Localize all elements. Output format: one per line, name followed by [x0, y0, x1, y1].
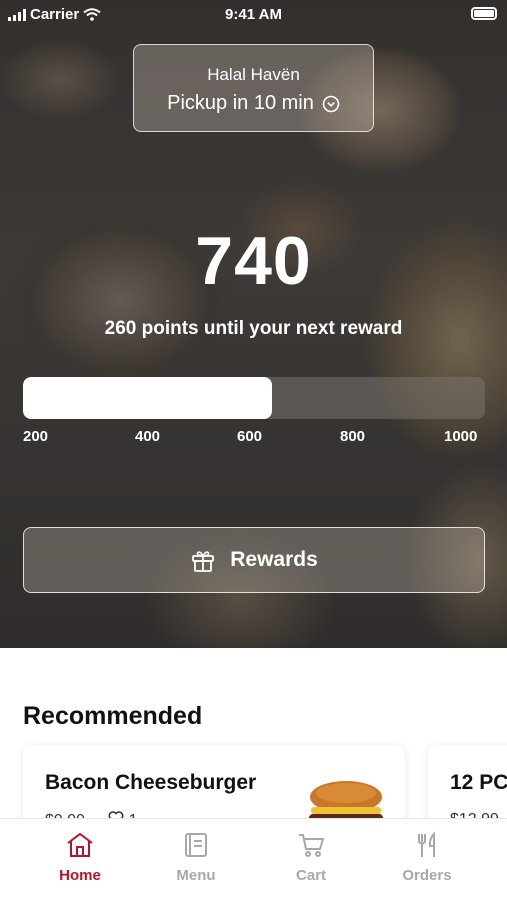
tab-home[interactable]: Home — [25, 831, 135, 884]
tab-orders[interactable]: Orders — [372, 831, 482, 884]
points-until-text: 260 points until your next reward — [104, 318, 403, 339]
tick-label: 800 — [340, 428, 366, 445]
points-progress-bar — [23, 377, 485, 419]
bottom-tab-bar: Home Menu Cart Orders — [0, 818, 507, 901]
tick-label: 600 — [237, 428, 263, 445]
points-progress-fill — [23, 377, 273, 419]
tick-label: 1000 — [444, 428, 478, 445]
status-bar: Carrier 9:41 AM — [0, 4, 507, 26]
tab-label: Home — [59, 867, 101, 884]
store-selector[interactable]: Halal Havën Pickup in 10 min — [133, 44, 374, 132]
tab-label: Cart — [295, 867, 326, 884]
recommended-title: Recommended — [23, 702, 203, 730]
tab-cart[interactable]: Cart — [256, 831, 366, 884]
pickup-label: Pickup in 10 min — [167, 92, 314, 114]
tick-label: 200 — [23, 428, 49, 445]
pickup-time: Pickup in 10 min — [134, 92, 373, 115]
tab-menu[interactable]: Menu — [141, 831, 251, 884]
rewards-label: Rewards — [230, 548, 318, 571]
fork-knife-icon — [418, 831, 435, 857]
product-name: Bacon Cheeseburger — [45, 771, 257, 794]
menu-icon — [185, 833, 207, 857]
battery-icon — [471, 7, 497, 20]
status-time: 9:41 AM — [225, 6, 282, 23]
points-value: 740 — [195, 223, 312, 299]
rewards-button[interactable]: Rewards — [23, 527, 485, 593]
tab-label: Orders — [402, 867, 452, 884]
tick-label: 400 — [135, 428, 161, 445]
product-name: 12 PC — [450, 771, 507, 794]
progress-ticks: 200 400 600 800 1000 — [0, 428, 507, 448]
gift-icon — [192, 551, 215, 572]
hero-background: Carrier 9:41 AM Halal Havën Pickup in 10… — [0, 0, 507, 648]
cart-icon — [299, 834, 325, 857]
tab-label: Menu — [176, 867, 216, 884]
store-name: Halal Havën — [207, 65, 300, 84]
home-icon — [67, 832, 93, 857]
chevron-down-circle-icon — [322, 95, 340, 112]
